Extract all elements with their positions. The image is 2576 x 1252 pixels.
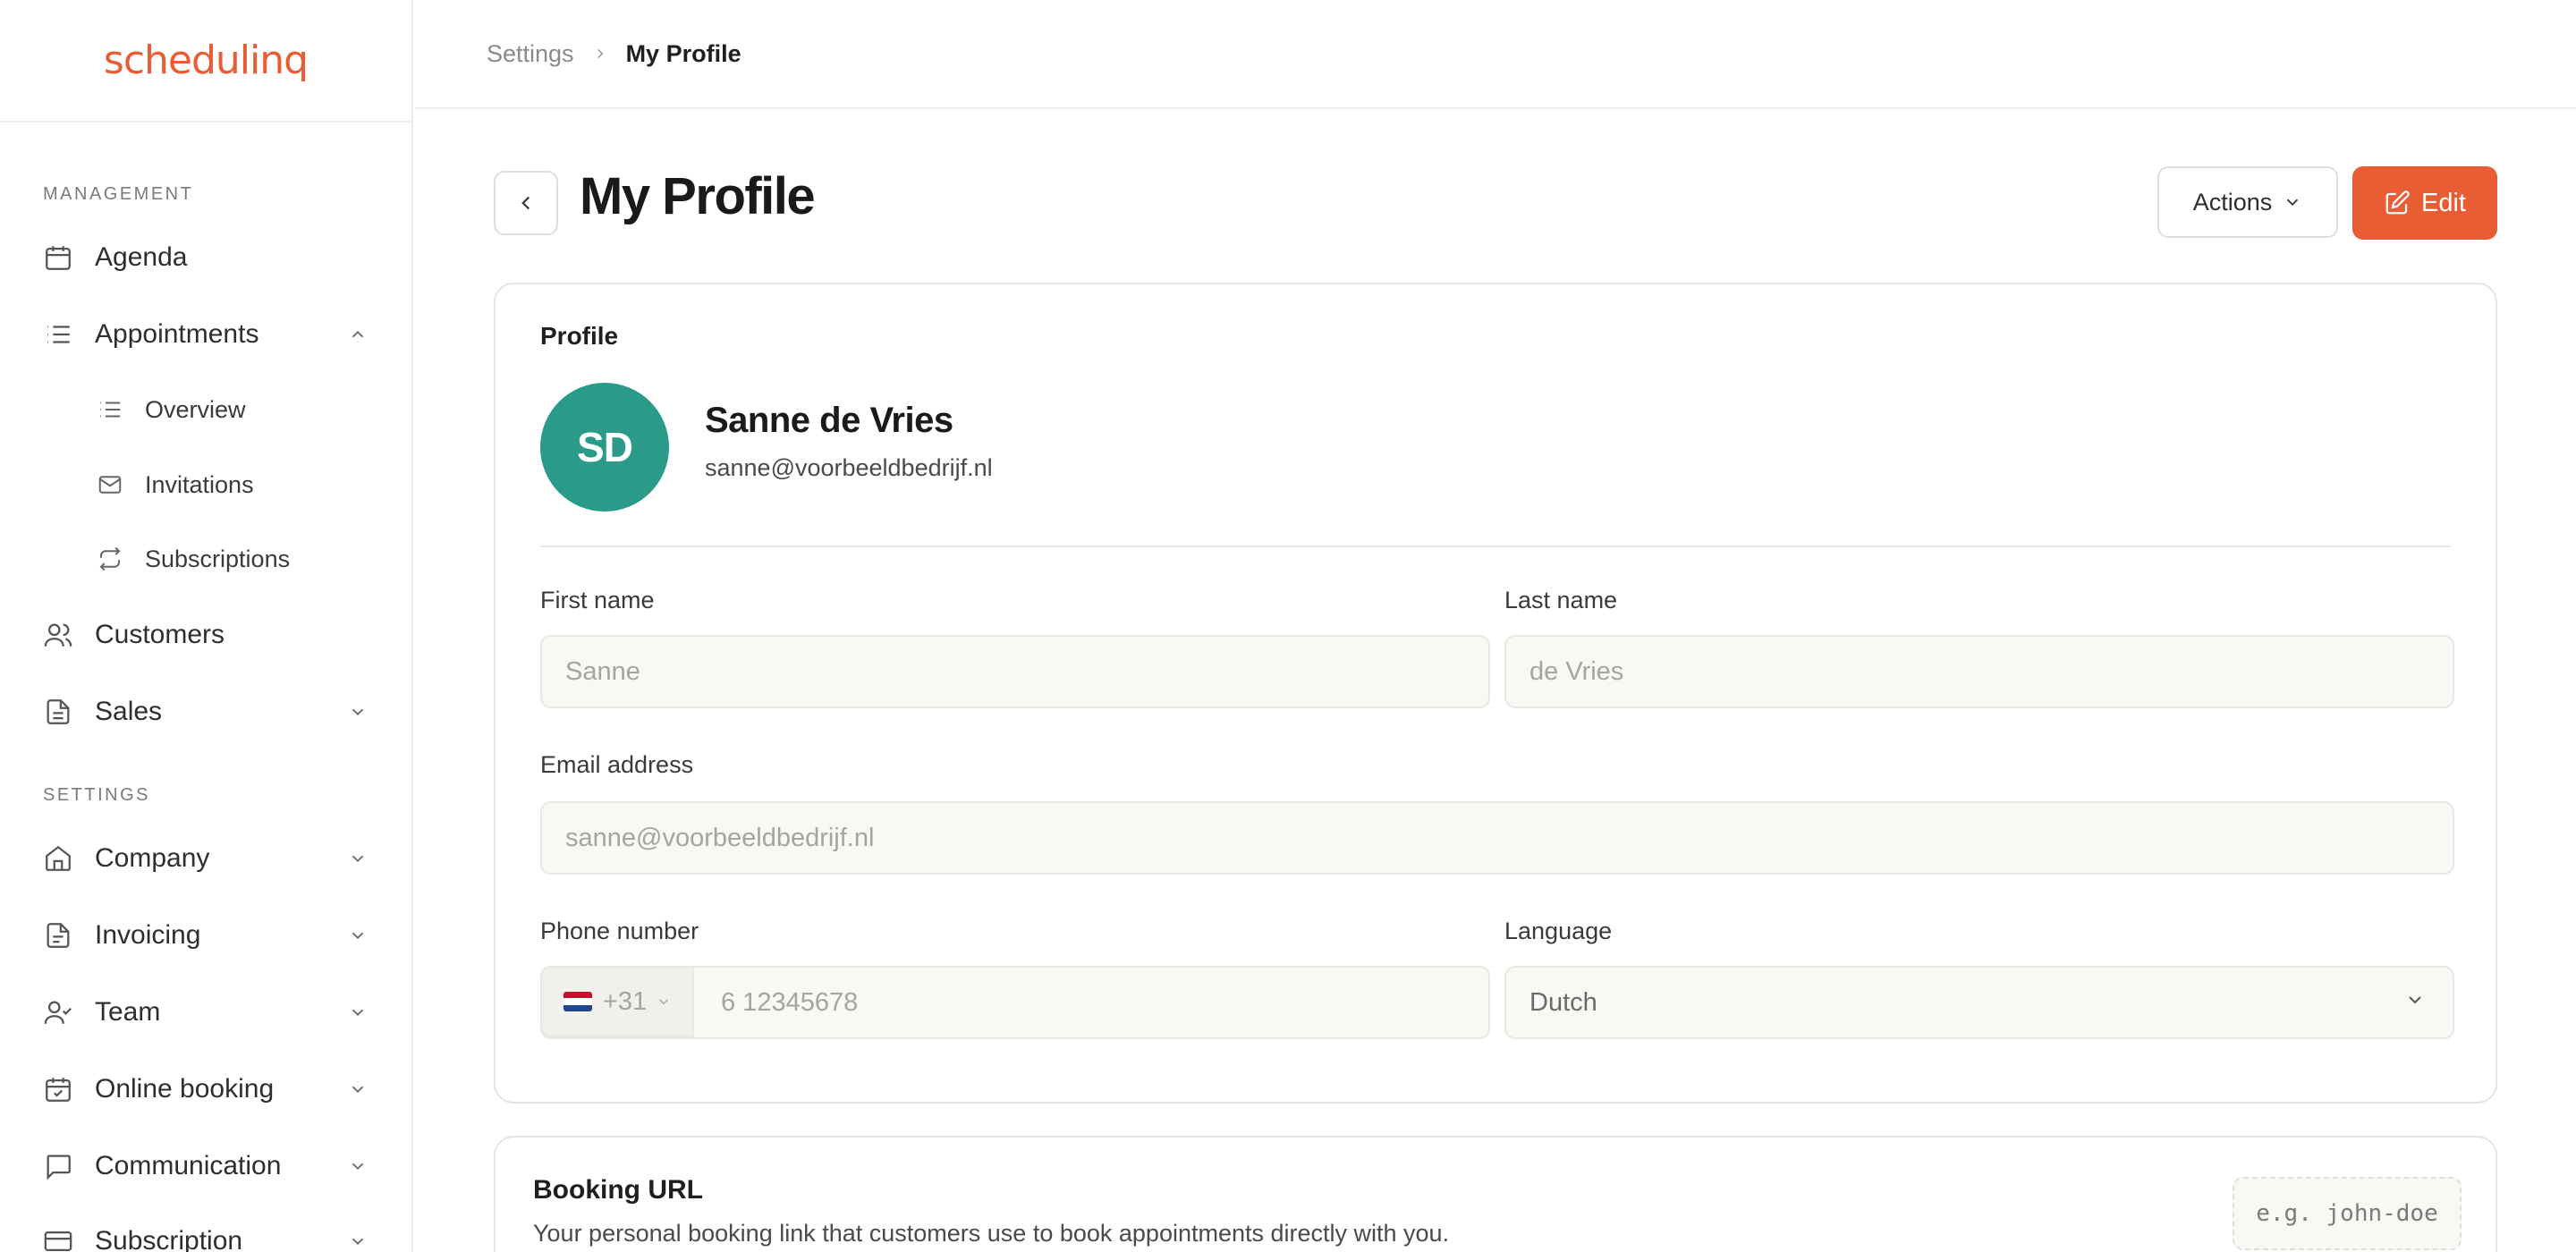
sidebar-item-sales[interactable]: Sales xyxy=(41,685,372,739)
chevron-down-icon[interactable] xyxy=(343,1227,372,1252)
actions-label: Actions xyxy=(2192,188,2273,216)
edit-icon xyxy=(2384,190,2411,216)
sidebar-item-online-booking[interactable]: Online booking xyxy=(41,1062,372,1116)
booking-slug-placeholder: e.g. john-doe xyxy=(2256,1200,2438,1227)
country-code-select[interactable]: +31 xyxy=(540,966,694,1037)
sidebar-item-label: Communication xyxy=(95,1151,282,1180)
sidebar: schedulinq MANAGEMENT Agenda Appointment… xyxy=(0,0,413,1252)
sidebar-item-label: Sales xyxy=(95,697,163,726)
chevron-right-icon xyxy=(592,46,608,62)
calendar-icon xyxy=(41,241,75,275)
invoice-icon xyxy=(41,918,75,952)
back-button[interactable] xyxy=(494,171,558,235)
booking-url-card: Booking URL Your personal booking link t… xyxy=(494,1136,2497,1252)
sidebar-item-invoicing[interactable]: Invoicing xyxy=(41,909,372,962)
first-name-field[interactable]: Sanne xyxy=(540,635,1490,708)
user-check-icon xyxy=(41,995,75,1029)
chevron-down-icon[interactable] xyxy=(343,698,372,726)
edit-label: Edit xyxy=(2421,188,2466,217)
sidebar-item-communication[interactable]: Communication xyxy=(41,1139,372,1193)
phone-placeholder: 6 12345678 xyxy=(721,987,859,1017)
users-icon xyxy=(41,618,75,652)
last-name-field[interactable]: de Vries xyxy=(1504,635,2454,708)
document-icon xyxy=(41,695,75,729)
last-name-value: de Vries xyxy=(1530,656,1624,686)
sidebar-item-appointments[interactable]: Appointments xyxy=(41,308,372,361)
first-name-value: Sanne xyxy=(565,656,640,686)
logo-area: schedulinq xyxy=(0,0,411,123)
credit-card-icon xyxy=(41,1224,75,1252)
edit-button[interactable]: Edit xyxy=(2352,166,2497,240)
divider xyxy=(540,546,2451,547)
page-title: My Profile xyxy=(580,167,816,225)
chevron-down-icon[interactable] xyxy=(343,844,372,873)
sidebar-item-label: Subscriptions xyxy=(145,545,291,572)
language-select[interactable]: Dutch xyxy=(1504,966,2454,1039)
app-logo[interactable]: schedulinq xyxy=(104,38,309,83)
section-label-management: MANAGEMENT xyxy=(43,184,194,204)
sidebar-item-label: Online booking xyxy=(95,1074,275,1104)
sidebar-item-subscription[interactable]: Subscription xyxy=(41,1214,372,1252)
repeat-icon xyxy=(95,544,125,574)
breadcrumb-settings-link[interactable]: Settings xyxy=(487,40,574,68)
list-icon xyxy=(41,317,75,351)
phone-label: Phone number xyxy=(540,918,699,944)
sidebar-subitem-overview[interactable]: Overview xyxy=(95,385,363,435)
sidebar-item-agenda[interactable]: Agenda xyxy=(41,231,372,284)
user-name: Sanne de Vries xyxy=(705,401,953,440)
sidebar-item-label: Invoicing xyxy=(95,920,201,950)
chevron-up-icon[interactable] xyxy=(343,320,372,349)
breadcrumb-current: My Profile xyxy=(625,39,741,67)
chevron-down-icon xyxy=(2283,192,2302,212)
chevron-down-icon[interactable] xyxy=(343,921,372,950)
avatar: SD xyxy=(540,383,669,512)
email-field[interactable]: sanne@voorbeeldbedrijf.nl xyxy=(540,801,2454,875)
chevron-down-icon[interactable] xyxy=(343,1152,372,1180)
booking-slug-field[interactable]: e.g. john-doe xyxy=(2233,1177,2462,1250)
chevron-down-icon xyxy=(2404,989,2426,1011)
sidebar-item-label: Customers xyxy=(95,620,225,649)
email-value: sanne@voorbeeldbedrijf.nl xyxy=(565,823,875,852)
chevron-down-icon xyxy=(656,994,672,1010)
email-label: Email address xyxy=(540,751,694,778)
first-name-label: First name xyxy=(540,587,655,613)
sidebar-item-label: Agenda xyxy=(95,242,188,272)
breadcrumb: Settings My Profile xyxy=(415,0,2576,109)
actions-dropdown-button[interactable]: Actions xyxy=(2157,166,2338,238)
sidebar-item-customers[interactable]: Customers xyxy=(41,608,372,662)
language-label: Language xyxy=(1504,918,1613,944)
last-name-label: Last name xyxy=(1504,587,1618,613)
sidebar-item-team[interactable]: Team xyxy=(41,986,372,1039)
sidebar-item-label: Company xyxy=(95,843,210,873)
booking-url-title: Booking URL xyxy=(533,1175,703,1205)
chevron-down-icon[interactable] xyxy=(343,998,372,1027)
sidebar-item-label: Appointments xyxy=(95,319,259,349)
profile-section-title: Profile xyxy=(540,322,619,350)
sidebar-item-label: Invitations xyxy=(145,470,254,498)
sidebar-item-label: Subscription xyxy=(95,1226,243,1252)
calendar-check-icon xyxy=(41,1072,75,1106)
mail-icon xyxy=(95,470,125,500)
sidebar-subitem-subscriptions[interactable]: Subscriptions xyxy=(95,534,363,584)
list-icon xyxy=(95,394,125,425)
booking-url-description: Your personal booking link that customer… xyxy=(533,1220,1450,1247)
user-email: sanne@voorbeeldbedrijf.nl xyxy=(705,454,993,481)
chat-icon xyxy=(41,1149,75,1183)
language-value: Dutch xyxy=(1530,987,1597,1017)
country-code-value: +31 xyxy=(603,986,648,1016)
avatar-initials: SD xyxy=(577,424,633,470)
sidebar-item-company[interactable]: Company xyxy=(41,832,372,885)
profile-card: Profile SD Sanne de Vries sanne@voorbeel… xyxy=(494,283,2497,1104)
section-label-settings: SETTINGS xyxy=(43,785,151,805)
chevron-left-icon xyxy=(514,191,538,215)
netherlands-flag-icon xyxy=(564,992,592,1011)
sidebar-subitem-invitations[interactable]: Invitations xyxy=(95,460,363,510)
chevron-down-icon[interactable] xyxy=(343,1075,372,1104)
home-icon xyxy=(41,842,75,876)
sidebar-item-label: Team xyxy=(95,997,161,1027)
sidebar-item-label: Overview xyxy=(145,395,246,423)
